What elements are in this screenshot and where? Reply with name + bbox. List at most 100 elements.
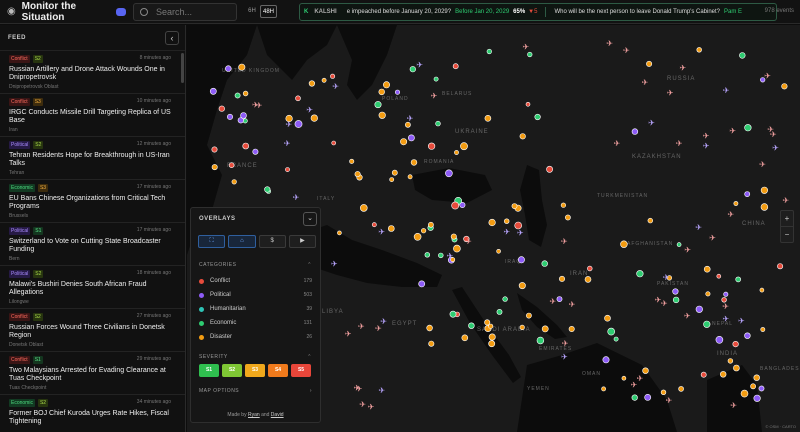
- aircraft-icon[interactable]: ✈: [684, 245, 691, 254]
- event-marker[interactable]: [696, 47, 702, 53]
- event-marker[interactable]: [234, 92, 241, 99]
- event-marker[interactable]: [349, 158, 355, 164]
- event-marker[interactable]: [735, 276, 742, 283]
- severity-filter-s3[interactable]: S3: [245, 364, 265, 377]
- event-marker[interactable]: [502, 296, 508, 302]
- feed-item[interactable]: Conflict S1 29 minutes ago Two Malaysians A…: [0, 352, 185, 395]
- aircraft-icon[interactable]: ✈: [252, 101, 259, 110]
- aircraft-icon[interactable]: ✈: [729, 126, 736, 135]
- event-marker[interactable]: [453, 244, 461, 253]
- event-marker[interactable]: [242, 142, 250, 150]
- building-icon[interactable]: ⌂: [228, 235, 256, 248]
- event-marker[interactable]: [450, 233, 457, 240]
- event-marker[interactable]: [564, 214, 571, 221]
- aircraft-icon[interactable]: ✈: [703, 131, 710, 140]
- aircraft-icon[interactable]: ✈: [764, 72, 771, 81]
- event-marker[interactable]: [496, 249, 501, 254]
- event-marker[interactable]: [421, 228, 427, 234]
- event-marker[interactable]: [733, 201, 739, 206]
- event-marker[interactable]: [744, 332, 751, 339]
- aircraft-icon[interactable]: ✈: [561, 237, 568, 246]
- event-marker[interactable]: [525, 312, 532, 319]
- category-filter-political[interactable]: Political 503: [191, 288, 320, 302]
- feed-item[interactable]: Conflict S2 8 minutes ago Russian Artillery…: [0, 51, 185, 94]
- event-marker[interactable]: [719, 371, 727, 378]
- event-marker[interactable]: [753, 374, 760, 381]
- overlays-toggle-button[interactable]: ⌄: [303, 212, 317, 226]
- event-marker[interactable]: [294, 120, 303, 128]
- aircraft-icon[interactable]: ✈: [695, 223, 702, 232]
- aircraft-icon[interactable]: ✈: [772, 144, 779, 153]
- category-filter-conflict[interactable]: Conflict 179: [191, 274, 320, 288]
- aircraft-icon[interactable]: ✈: [356, 385, 363, 394]
- event-marker[interactable]: [739, 52, 746, 59]
- event-marker[interactable]: [435, 120, 441, 127]
- event-marker[interactable]: [642, 367, 649, 374]
- aircraft-icon[interactable]: ✈: [703, 141, 710, 150]
- event-marker[interactable]: [218, 105, 225, 112]
- aircraft-icon[interactable]: ✈: [648, 119, 655, 128]
- feed-item[interactable]: Political S1 17 minutes ago Switzerland to …: [0, 223, 185, 266]
- event-marker[interactable]: [620, 240, 628, 248]
- event-marker[interactable]: [517, 256, 525, 264]
- event-marker[interactable]: [454, 150, 459, 155]
- event-marker[interactable]: [558, 275, 565, 282]
- event-marker[interactable]: [504, 218, 510, 224]
- event-marker[interactable]: [518, 282, 526, 290]
- event-marker[interactable]: [488, 218, 496, 227]
- aircraft-icon[interactable]: ✈: [614, 139, 621, 148]
- map-layer-icon[interactable]: ⛶: [198, 235, 226, 248]
- aircraft-icon[interactable]: ✈: [709, 233, 716, 242]
- severity-filter-s4[interactable]: S4: [268, 364, 288, 377]
- event-marker[interactable]: [703, 320, 711, 328]
- aircraft-icon[interactable]: ✈: [676, 139, 683, 148]
- aircraft-icon[interactable]: ✈: [431, 92, 438, 101]
- zoom-in-button[interactable]: +: [781, 211, 793, 227]
- aircraft-icon[interactable]: ✈: [284, 139, 291, 148]
- event-marker[interactable]: [308, 80, 315, 87]
- event-marker[interactable]: [519, 133, 526, 140]
- event-marker[interactable]: [715, 335, 724, 344]
- event-marker[interactable]: [449, 310, 457, 318]
- event-marker[interactable]: [211, 164, 218, 171]
- time-filter-48h[interactable]: 48H: [260, 5, 277, 18]
- event-marker[interactable]: [678, 386, 684, 392]
- event-marker[interactable]: [753, 394, 761, 402]
- event-marker[interactable]: [225, 65, 232, 72]
- category-filter-humanitarian[interactable]: Humanitarian 39: [191, 302, 320, 316]
- search-box[interactable]: [133, 3, 237, 21]
- aircraft-icon[interactable]: ✈: [631, 381, 638, 390]
- event-marker[interactable]: [211, 146, 218, 153]
- aircraft-icon[interactable]: ✈: [306, 106, 313, 115]
- aircraft-icon[interactable]: ✈: [684, 312, 691, 321]
- event-marker[interactable]: [541, 325, 549, 333]
- event-marker[interactable]: [644, 393, 652, 401]
- event-marker[interactable]: [527, 51, 533, 58]
- aircraft-icon[interactable]: ✈: [359, 400, 366, 409]
- event-marker[interactable]: [418, 280, 426, 288]
- event-marker[interactable]: [760, 327, 766, 332]
- event-marker[interactable]: [252, 148, 259, 155]
- event-marker[interactable]: [424, 252, 431, 258]
- event-marker[interactable]: [601, 386, 606, 392]
- event-marker[interactable]: [461, 334, 469, 342]
- zoom-out-button[interactable]: −: [781, 227, 793, 243]
- event-marker[interactable]: [759, 287, 765, 293]
- event-marker[interactable]: [451, 201, 460, 210]
- event-marker[interactable]: [331, 140, 336, 146]
- event-marker[interactable]: [631, 128, 639, 135]
- dollar-icon[interactable]: $: [258, 235, 286, 248]
- event-marker[interactable]: [400, 138, 408, 146]
- aircraft-icon[interactable]: ✈: [562, 339, 569, 348]
- event-marker[interactable]: [360, 204, 368, 212]
- event-marker[interactable]: [676, 242, 682, 247]
- prediction-ticker[interactable]: K KALSHI e impeached before January 20, …: [299, 3, 777, 21]
- event-marker[interactable]: [388, 225, 395, 232]
- event-marker[interactable]: [285, 167, 290, 172]
- collapse-feed-button[interactable]: ‹: [165, 30, 179, 45]
- feed-item[interactable]: Conflict S3 10 minutes ago IRGC Conducts Mi…: [0, 94, 185, 137]
- event-marker[interactable]: [209, 87, 217, 95]
- event-marker[interactable]: [534, 113, 541, 121]
- event-marker[interactable]: [383, 81, 391, 89]
- event-marker[interactable]: [744, 191, 751, 197]
